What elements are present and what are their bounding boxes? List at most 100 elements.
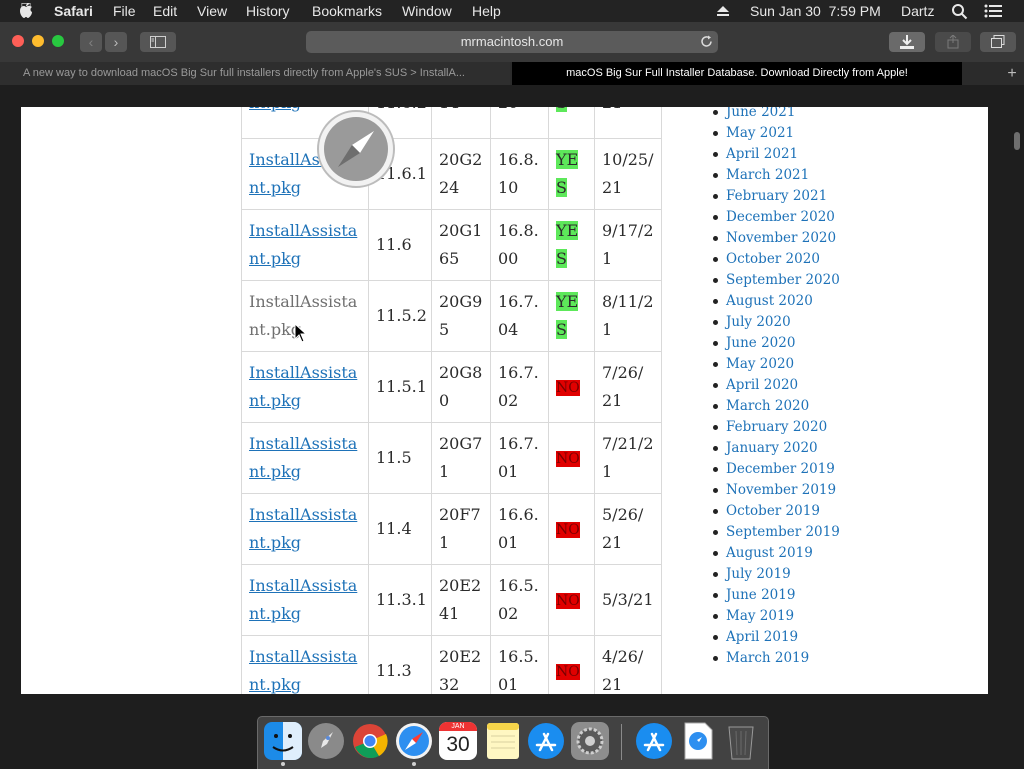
archive-link[interactable]: November 2020 (726, 230, 836, 246)
minimize-window-button[interactable] (32, 35, 44, 47)
archive-item[interactable]: April 2019 (713, 627, 840, 648)
tab-big-sur-database[interactable]: macOS Big Sur Full Installer Database. D… (512, 62, 962, 85)
archive-item[interactable]: September 2019 (713, 522, 840, 543)
finder-icon[interactable] (264, 722, 302, 760)
archive-link[interactable]: April 2021 (726, 146, 798, 162)
scrollbar-thumb[interactable] (1014, 132, 1020, 150)
installer-link[interactable]: nt.pkg (249, 462, 301, 481)
archive-item[interactable]: March 2020 (713, 396, 840, 417)
forward-button[interactable]: › (105, 32, 127, 52)
archive-item[interactable]: May 2019 (713, 606, 840, 627)
archive-item[interactable]: June 2021 (713, 107, 840, 123)
archive-link[interactable]: August 2019 (726, 545, 813, 561)
notes-icon[interactable] (484, 722, 522, 760)
archive-link[interactable]: November 2019 (726, 482, 836, 498)
menu-window[interactable]: Window (402, 3, 452, 19)
launchpad-icon[interactable] (307, 722, 345, 760)
chrome-icon[interactable] (351, 722, 389, 760)
archive-link[interactable]: October 2019 (726, 503, 820, 519)
reload-icon[interactable] (700, 35, 713, 48)
archive-item[interactable]: January 2020 (713, 438, 840, 459)
installer-link[interactable]: nt.pkg (249, 675, 301, 694)
app-store-icon[interactable] (527, 722, 565, 760)
filename-cell[interactable]: InstallAssista nt.pkg (241, 635, 369, 694)
archive-link[interactable]: May 2020 (726, 356, 794, 372)
archive-link[interactable]: May 2019 (726, 608, 794, 624)
installer-link[interactable]: nt.pkg (249, 249, 301, 268)
installer-link[interactable]: nt.pkg (249, 178, 301, 197)
archive-item[interactable]: December 2020 (713, 207, 840, 228)
menu-history[interactable]: History (246, 3, 290, 19)
installer-link[interactable]: nt.pkg (249, 604, 301, 623)
filename-cell[interactable]: InstallAssista nt.pkg (241, 493, 369, 565)
archive-link[interactable]: September 2020 (726, 272, 840, 288)
calendar-icon[interactable]: JAN 30 (439, 722, 477, 760)
back-button[interactable]: ‹ (80, 32, 102, 52)
archive-link[interactable]: December 2019 (726, 461, 835, 477)
archive-item[interactable]: April 2020 (713, 375, 840, 396)
archive-item[interactable]: September 2020 (713, 270, 840, 291)
archive-link[interactable]: July 2019 (726, 566, 791, 582)
archive-link[interactable]: February 2021 (726, 188, 827, 204)
archive-item[interactable]: October 2020 (713, 249, 840, 270)
archive-link[interactable]: March 2019 (726, 650, 809, 666)
archive-link[interactable]: March 2020 (726, 398, 809, 414)
filename-cell[interactable]: InstallAssista nt.pkg (241, 422, 369, 494)
system-preferences-icon[interactable] (571, 722, 609, 760)
menu-edit[interactable]: Edit (153, 3, 177, 19)
filename-cell[interactable]: InstallAssista nt.pkg (241, 564, 369, 636)
archive-link[interactable]: July 2020 (726, 314, 791, 330)
installer-link[interactable]: InstallAssista (249, 363, 357, 382)
installer-link[interactable]: nt.pkg (249, 533, 301, 552)
downloads-button[interactable] (889, 32, 925, 52)
archive-link[interactable]: April 2019 (726, 629, 798, 645)
menu-bookmarks[interactable]: Bookmarks (312, 3, 382, 19)
downloads-stack-icon[interactable] (635, 722, 673, 760)
filename-cell[interactable]: InstallAssista nt.pkg (241, 209, 369, 281)
scrollbar-track[interactable] (1010, 107, 1024, 694)
archive-item[interactable]: October 2019 (713, 501, 840, 522)
archive-item[interactable]: July 2020 (713, 312, 840, 333)
archive-item[interactable]: May 2020 (713, 354, 840, 375)
archive-item[interactable]: August 2019 (713, 543, 840, 564)
archive-link[interactable]: February 2020 (726, 419, 827, 435)
installer-link[interactable]: InstallAssista (249, 576, 357, 595)
menu-file[interactable]: File (113, 3, 136, 19)
archive-item[interactable]: June 2020 (713, 333, 840, 354)
installer-link[interactable]: InstallAssista (249, 434, 357, 453)
tab-overview-button[interactable] (980, 32, 1016, 52)
safari-icon[interactable] (395, 722, 433, 760)
archive-item[interactable]: March 2021 (713, 165, 840, 186)
archive-item[interactable]: May 2021 (713, 123, 840, 144)
close-window-button[interactable] (12, 35, 24, 47)
archive-item[interactable]: July 2019 (713, 564, 840, 585)
archive-item[interactable]: April 2021 (713, 144, 840, 165)
user-menu[interactable]: Dartz (901, 3, 934, 19)
archive-link[interactable]: December 2020 (726, 209, 835, 225)
document-icon[interactable] (679, 722, 717, 760)
archive-link[interactable]: May 2021 (726, 125, 794, 141)
archive-link[interactable]: October 2020 (726, 251, 820, 267)
app-menu-safari[interactable]: Safari (54, 3, 93, 19)
notification-center-icon[interactable] (984, 4, 1002, 18)
spotlight-search-icon[interactable] (951, 3, 968, 20)
filename-cell[interactable]: InstallAssista nt.pkg (241, 351, 369, 423)
new-tab-button[interactable]: + (1000, 62, 1024, 85)
zoom-window-button[interactable] (52, 35, 64, 47)
archive-link[interactable]: January 2020 (726, 440, 818, 456)
archive-link[interactable]: August 2020 (726, 293, 813, 309)
installer-link[interactable]: InstallAssista (249, 221, 357, 240)
archive-link[interactable]: June 2021 (726, 107, 795, 120)
archive-item[interactable]: August 2020 (713, 291, 840, 312)
installer-link[interactable]: nt.pkg (249, 391, 301, 410)
archive-item[interactable]: March 2019 (713, 648, 840, 669)
archive-link[interactable]: June 2019 (726, 587, 795, 603)
eject-icon[interactable] (716, 5, 730, 17)
archive-item[interactable]: November 2020 (713, 228, 840, 249)
share-button[interactable] (935, 32, 971, 52)
archive-link[interactable]: March 2021 (726, 167, 809, 183)
trash-icon[interactable] (722, 722, 760, 760)
archive-link[interactable]: June 2020 (726, 335, 795, 351)
sidebar-toggle-button[interactable] (140, 32, 176, 52)
address-bar[interactable]: mrmacintosh.com (306, 31, 718, 53)
